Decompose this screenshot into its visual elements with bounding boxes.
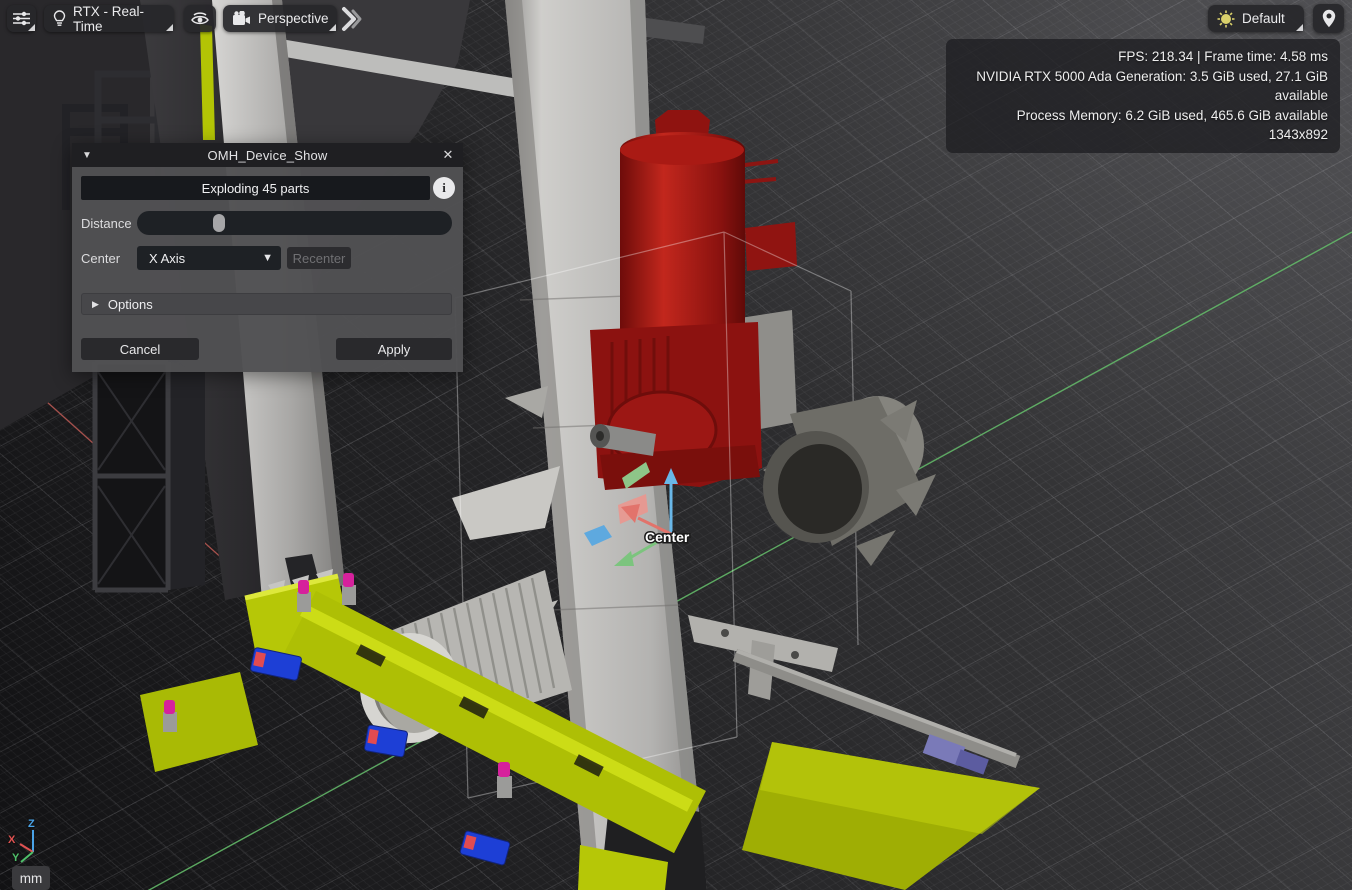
collapse-triangle-icon[interactable]: ▼	[72, 150, 102, 161]
toolbar-expand-button[interactable]	[340, 6, 362, 32]
stats-process-memory: Process Memory: 6.2 GiB used, 465.6 GiB …	[958, 106, 1328, 126]
axis-z-label: Z	[28, 818, 35, 830]
distance-label: Distance	[81, 216, 132, 231]
camera-icon	[232, 11, 251, 26]
recenter-button[interactable]: Recenter	[287, 247, 351, 269]
cancel-button[interactable]: Cancel	[81, 338, 199, 360]
expand-triangle-icon: ▶	[92, 299, 99, 310]
options-expander[interactable]: ▶ Options	[81, 293, 452, 315]
viewport-settings-button[interactable]	[7, 5, 36, 32]
axis-y-label: Y	[12, 852, 20, 864]
omniverse-viewport[interactable]: Center Z X Y RTX - Real-Time	[0, 0, 1352, 890]
center-axis-dropdown[interactable]: X Axis ▼	[137, 246, 281, 270]
options-label: Options	[108, 297, 153, 312]
center-label: Center	[81, 251, 120, 266]
location-pin-icon	[1322, 9, 1336, 28]
unit-label: mm	[20, 871, 43, 886]
renderer-label: RTX - Real-Time	[73, 4, 165, 34]
chevrons-right-icon	[340, 6, 362, 32]
bracket-arm[interactable]	[688, 615, 1018, 775]
visibility-button[interactable]	[184, 5, 216, 32]
stats-fps: FPS: 218.34 | Frame time: 4.58 ms	[958, 47, 1328, 67]
gizmo-center-label: Center	[645, 529, 690, 545]
renderer-selector[interactable]: RTX - Real-Time	[44, 5, 174, 32]
red-motor-assembly[interactable]	[590, 110, 797, 490]
axis-triad: Z X Y	[8, 818, 35, 864]
waypoint-button[interactable]	[1313, 4, 1344, 33]
explode-status-field: Exploding 45 parts	[81, 176, 430, 200]
camera-selector[interactable]: Perspective	[223, 5, 337, 32]
sun-icon	[1217, 10, 1235, 28]
mesh-frame[interactable]	[95, 362, 205, 590]
dialog-title: OMH_Device_Show	[102, 148, 433, 163]
unit-badge: mm	[12, 866, 50, 890]
chevron-down-icon: ▼	[262, 252, 281, 264]
explode-dialog: ▼ OMH_Device_Show ✕ Exploding 45 parts i…	[72, 143, 463, 372]
camera-label: Perspective	[258, 11, 329, 26]
lighting-selector[interactable]: Default	[1208, 5, 1304, 32]
dialog-header[interactable]: ▼ OMH_Device_Show ✕	[72, 143, 463, 167]
distance-slider-handle[interactable]	[213, 214, 225, 232]
info-icon[interactable]: i	[433, 177, 455, 199]
axis-x-label: X	[8, 834, 16, 846]
distance-slider[interactable]	[137, 211, 452, 235]
sliders-icon	[13, 11, 30, 26]
eye-icon	[190, 11, 210, 27]
performance-stats-panel: FPS: 218.34 | Frame time: 4.58 ms NVIDIA…	[946, 39, 1340, 153]
center-axis-value: X Axis	[137, 251, 262, 266]
stats-gpu-memory: NVIDIA RTX 5000 Ada Generation: 3.5 GiB …	[958, 67, 1328, 106]
lighting-label: Default	[1242, 11, 1285, 26]
stats-resolution: 1343x892	[958, 125, 1328, 145]
explode-status-text: Exploding 45 parts	[202, 181, 310, 196]
apply-button[interactable]: Apply	[336, 338, 452, 360]
lightbulb-icon	[53, 10, 66, 27]
close-icon[interactable]: ✕	[433, 147, 463, 163]
